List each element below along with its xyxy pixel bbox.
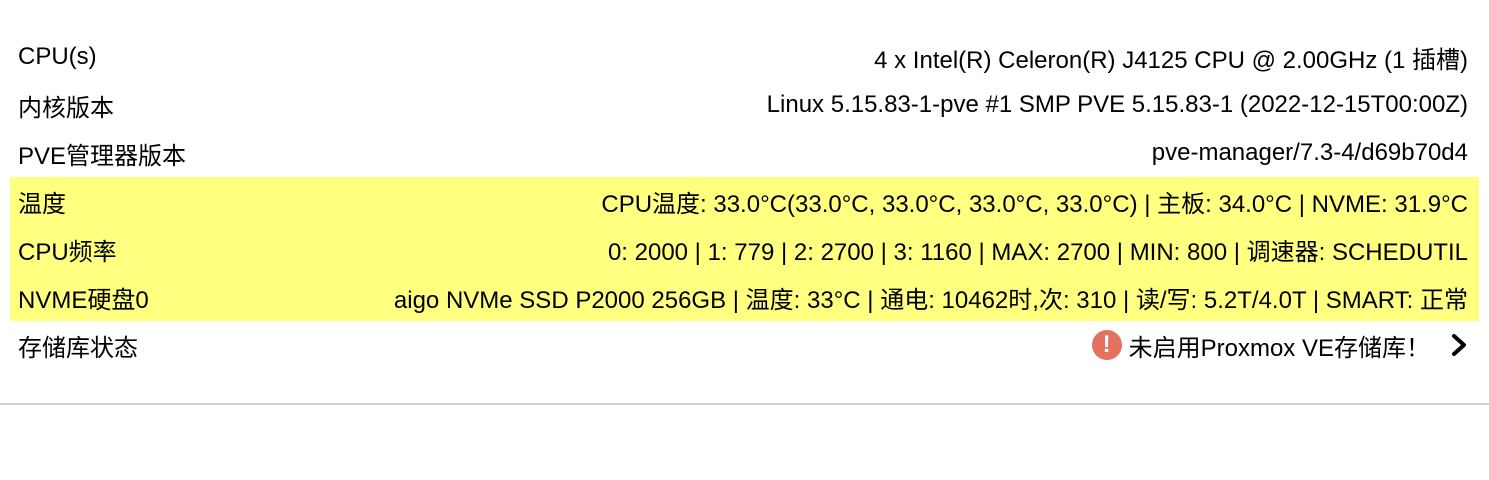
chevron-right-icon[interactable] xyxy=(1450,334,1468,356)
row-value: Linux 5.15.83-1-pve #1 SMP PVE 5.15.83-1… xyxy=(766,91,1468,118)
row-label: PVE管理器版本 xyxy=(18,142,187,170)
exclamation-circle-icon: ! xyxy=(1091,330,1122,360)
row-kernel-version: 内核版本 Linux 5.15.83-1-pve #1 SMP PVE 5.15… xyxy=(10,81,1479,129)
row-pve-manager-version: PVE管理器版本 pve-manager/7.3-4/d69b70d4 xyxy=(10,129,1479,177)
divider xyxy=(0,403,1489,405)
row-label: 内核版本 xyxy=(18,94,114,122)
row-value: CPU温度: 33.0°C(33.0°C, 33.0°C, 33.0°C, 33… xyxy=(601,190,1468,218)
row-label: CPU(s) xyxy=(18,43,97,70)
row-cpu-frequency: CPU频率 0: 2000 | 1: 779 | 2: 2700 | 3: 11… xyxy=(10,225,1479,273)
row-temperature: 温度 CPU温度: 33.0°C(33.0°C, 33.0°C, 33.0°C,… xyxy=(10,177,1479,225)
row-nvme-disk-0: NVME硬盘0 aigo NVMe SSD P2000 256GB | 温度: … xyxy=(10,273,1479,321)
row-value: 0: 2000 | 1: 779 | 2: 2700 | 3: 1160 | M… xyxy=(607,238,1468,266)
row-value: pve-manager/7.3-4/d69b70d4 xyxy=(1151,139,1468,166)
row-label: 温度 xyxy=(18,190,66,218)
row-value: aigo NVMe SSD P2000 256GB | 温度: 33°C | 通… xyxy=(393,286,1468,314)
row-cpus: CPU(s) 4 x Intel(R) Celeron(R) J4125 CPU… xyxy=(10,33,1479,81)
row-value: 4 x Intel(R) Celeron(R) J4125 CPU @ 2.00… xyxy=(874,46,1468,74)
row-label: NVME硬盘0 xyxy=(18,286,149,314)
row-repository-status: 存储库状态 ! 未启用Proxmox VE存储库！ xyxy=(10,321,1479,369)
repository-status-text: 未启用Proxmox VE存储库！ xyxy=(1128,334,1430,362)
repository-status-link[interactable]: ! 未启用Proxmox VE存储库！ xyxy=(1091,328,1468,363)
node-status-panel: CPU(s) 4 x Intel(R) Celeron(R) J4125 CPU… xyxy=(10,33,1479,369)
row-label: CPU频率 xyxy=(18,238,117,266)
row-label: 存储库状态 xyxy=(18,334,138,362)
